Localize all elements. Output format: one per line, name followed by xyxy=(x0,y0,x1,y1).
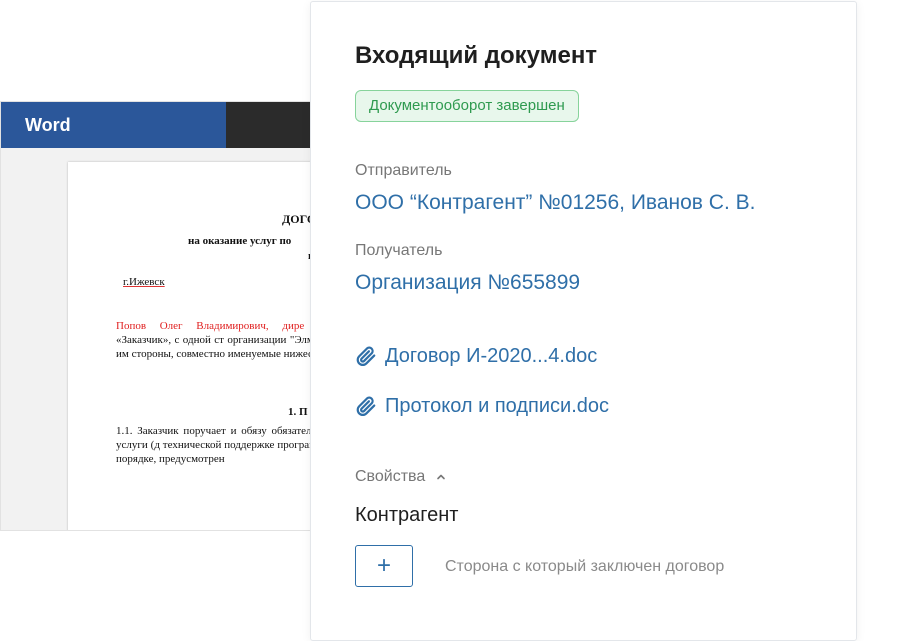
recipient-link[interactable]: Организация №655899 xyxy=(355,271,580,295)
paperclip-icon xyxy=(356,346,376,366)
counterparty-heading: Контрагент xyxy=(355,504,459,526)
properties-label: Свойства xyxy=(355,468,426,485)
attachment-protocol[interactable]: Протокол и подписи.doc xyxy=(355,392,609,420)
document-section-heading: 1. П xyxy=(288,406,308,418)
document-city: г.Ижевск xyxy=(123,276,165,288)
attachment-protocol-name: Протокол и подписи.doc xyxy=(385,394,610,417)
chevron-up-icon xyxy=(437,474,446,480)
word-document-page: ДОГО на оказание услуг по п г.Ижевск Поп… xyxy=(68,162,329,530)
sender-label: Отправитель xyxy=(355,162,452,179)
document-party-name: Попов Олег Владимирович, дире xyxy=(116,320,305,332)
document-clause: 1.1. Заказчик поручает и обязу обязатель… xyxy=(116,425,329,465)
add-counterparty-hint: Сторона с который заключен договор xyxy=(445,558,725,575)
properties-toggle[interactable]: Свойства xyxy=(355,468,447,486)
word-app-tab[interactable]: Word xyxy=(1,102,226,148)
sender-link[interactable]: ООО “Контрагент” №01256, Иванов С. В. xyxy=(355,191,755,215)
incoming-document-card: Входящий документ Документооборот заверш… xyxy=(310,1,857,641)
attachment-contract[interactable]: Договор И-2020...4.doc xyxy=(355,342,597,370)
word-window: Word ДОГО на оказание услуг по п г.Ижевс… xyxy=(0,101,330,531)
recipient-label: Получатель xyxy=(355,242,443,259)
status-badge: Документооборот завершен xyxy=(355,90,579,122)
add-counterparty-button[interactable]: + xyxy=(355,545,413,587)
attachment-contract-name: Договор И-2020...4.doc xyxy=(385,344,598,367)
document-paragraph: Попов Олег Владимирович, дире дальнейшем… xyxy=(116,319,329,361)
card-title: Входящий документ xyxy=(355,42,598,69)
paperclip-icon xyxy=(356,396,376,416)
document-subtitle: на оказание услуг по xyxy=(188,235,292,247)
